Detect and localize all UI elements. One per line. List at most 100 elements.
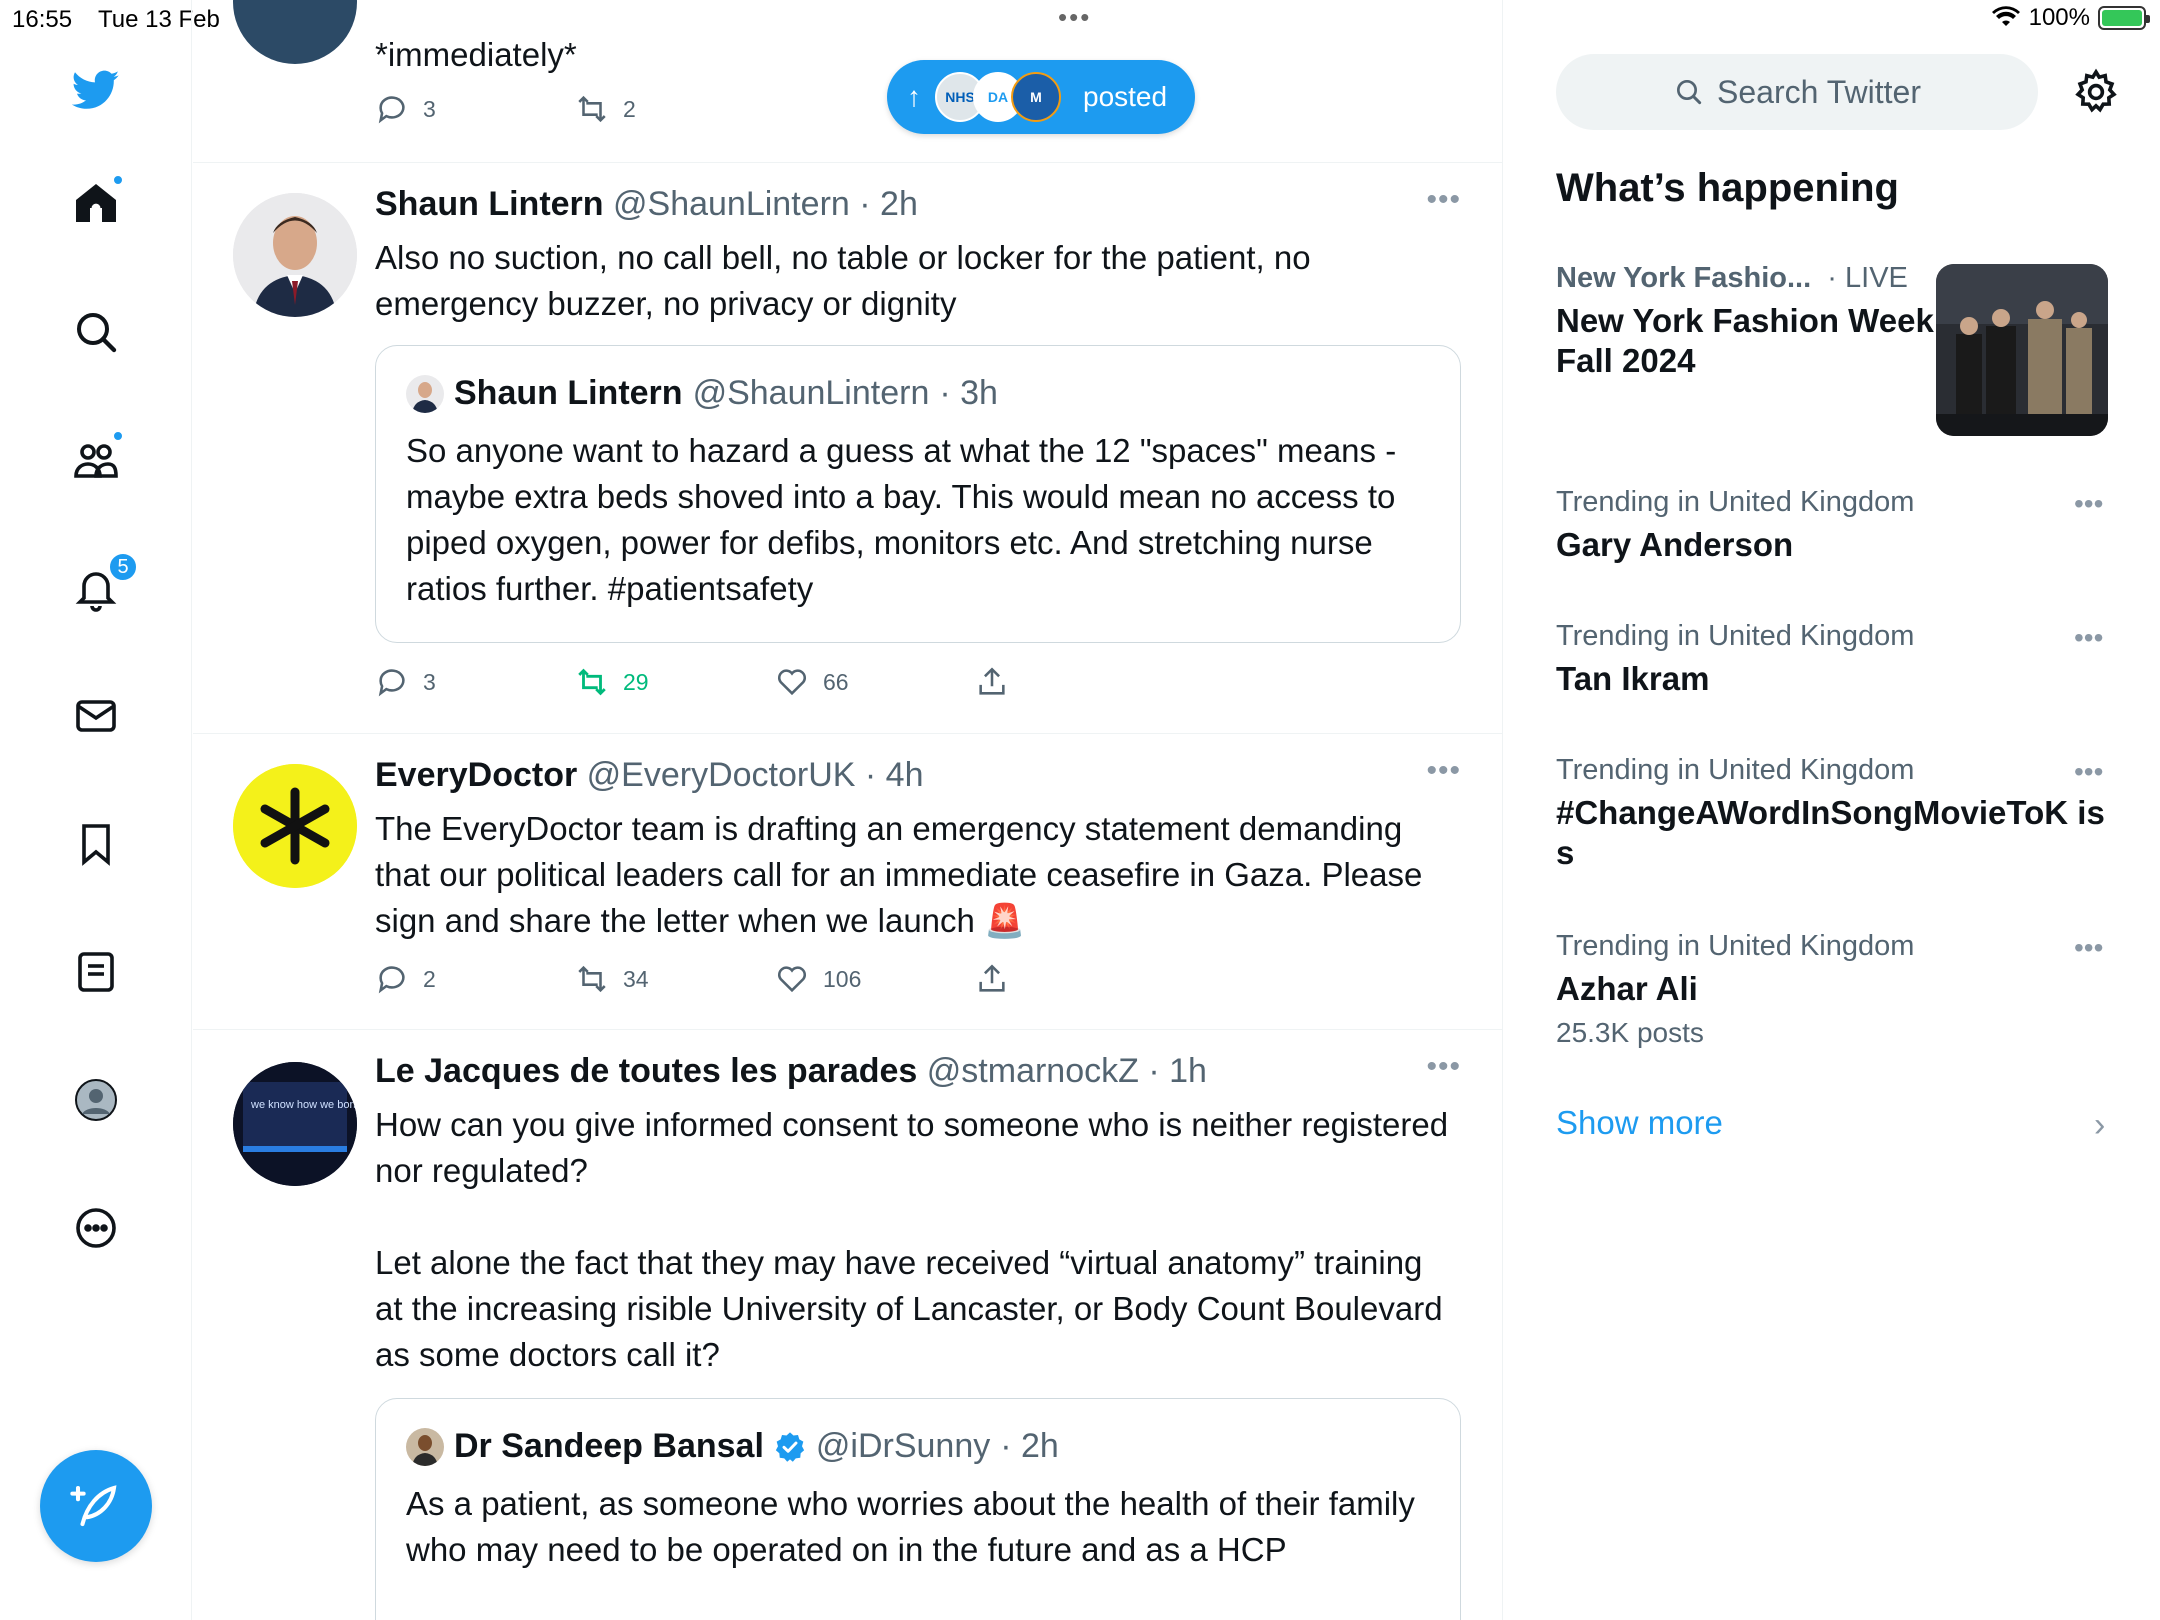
trend-item[interactable]: Trending in United Kingdom Gary Anderson [1556, 486, 2116, 565]
tweet-actions: 2 34 106 [375, 962, 1075, 1002]
trend-title: Gary Anderson [1556, 526, 1794, 563]
author-handle[interactable]: @stmarnockZ [927, 1052, 1139, 1090]
trend-meta: Trending in United Kingdom [1556, 930, 1915, 962]
search-placeholder: Search Twitter [1717, 73, 1921, 110]
tweet-time[interactable]: · 2h [859, 185, 918, 223]
tweet-header: Shaun Lintern @ShaunLintern · 2h [375, 185, 918, 224]
retweet-button[interactable]: 29 [575, 665, 649, 699]
home-icon[interactable] [66, 174, 126, 234]
author-name[interactable]: Le Jacques de toutes les parades [375, 1052, 917, 1090]
heart-icon [777, 669, 807, 696]
search-input[interactable]: Search Twitter [1556, 54, 2038, 130]
more-options-icon[interactable] [66, 1198, 126, 1258]
share-button[interactable] [975, 962, 1009, 996]
communities-icon[interactable] [66, 430, 126, 490]
reply-count: 2 [423, 965, 436, 992]
home-unread-dot [112, 174, 124, 186]
avatar-caption: we know how we bond too [250, 1099, 357, 1111]
trend-meta: Trending in United Kingdom [1556, 754, 1915, 786]
tweet-header: Le Jacques de toutes les parades @stmarn… [375, 1052, 1207, 1091]
messages-envelope-icon[interactable] [66, 686, 126, 746]
tweet-time[interactable]: · 1h [1148, 1052, 1207, 1090]
tweet-header: EveryDoctor @EveryDoctorUK · 4h [375, 756, 924, 795]
retweet-icon [578, 668, 606, 696]
quote-time: · 2h [1000, 1427, 1059, 1465]
compose-feather-icon [70, 1485, 117, 1527]
heart-icon [777, 966, 807, 993]
trend-more-dots-icon[interactable]: ••• [2074, 756, 2103, 788]
like-count: 66 [823, 668, 849, 695]
reply-button[interactable]: 2 [375, 962, 436, 996]
trend-item[interactable]: Trending in United Kingdom Tan Ikram [1556, 620, 2116, 699]
retweet-button[interactable]: 2 [575, 92, 636, 126]
quote-time: · 3h [939, 374, 998, 412]
share-button[interactable] [975, 665, 1009, 699]
notifications-bell-icon[interactable]: 5 [66, 552, 138, 618]
retweet-icon [578, 965, 606, 993]
author-name[interactable]: Shaun Lintern [375, 185, 604, 223]
quote-text: So anyone want to hazard a guess at what… [406, 432, 1397, 607]
more-dots-icon[interactable]: ••• [1426, 754, 1461, 788]
tweet-actions: 3 29 66 [375, 665, 1075, 705]
trend-more-dots-icon[interactable]: ••• [2074, 622, 2103, 654]
reply-icon [378, 669, 405, 697]
featured-category: New York Fashio... [1556, 262, 1812, 294]
author-name[interactable]: EveryDoctor [375, 756, 577, 794]
trend-item[interactable]: Trending in United Kingdom Azhar Ali 25.… [1556, 930, 2116, 1049]
author-handle[interactable]: @ShaunLintern [613, 185, 850, 223]
bookmarks-icon[interactable] [66, 814, 126, 874]
trend-title: Azhar Ali [1556, 970, 1698, 1007]
tweet[interactable]: *immediately* 3 2 [193, 0, 1502, 163]
like-button[interactable]: 106 [775, 962, 861, 996]
new-posts-pill[interactable]: ↑ NHS DA M posted [887, 60, 1195, 134]
share-icon [979, 964, 1005, 992]
twitter-logo-icon[interactable] [66, 60, 126, 120]
explore-search-icon[interactable] [66, 302, 126, 362]
quote-text: As a patient, as someone who worries abo… [406, 1485, 1415, 1568]
tweet[interactable]: we know how we bond too Le Jacques de to… [193, 1030, 1502, 1620]
quote-author-name: Shaun Lintern [454, 374, 683, 412]
timeline[interactable]: *immediately* 3 2 ↑ NHS DA M posted Shau… [193, 0, 1503, 1620]
author-handle[interactable]: @EveryDoctorUK [587, 756, 856, 794]
tweet[interactable]: Shaun Lintern @ShaunLintern · 2h ••• Als… [193, 163, 1502, 734]
like-button[interactable]: 66 [775, 665, 849, 699]
reply-count: 3 [423, 668, 436, 695]
quote-header: Shaun Lintern @ShaunLintern · 3h [406, 374, 998, 413]
featured-trend[interactable]: New York Fashio... · LIVE New York Fashi… [1556, 262, 1936, 381]
avatar[interactable] [233, 764, 357, 888]
pill-avatar: M [1011, 72, 1061, 122]
trend-item[interactable]: Trending in United Kingdom #ChangeAWordI… [1556, 754, 2116, 873]
communities-unread-dot [112, 430, 124, 442]
share-icon [979, 667, 1005, 695]
reply-button[interactable]: 3 [375, 92, 436, 126]
compose-tweet-button[interactable] [40, 1450, 152, 1562]
settings-gear-icon[interactable] [2072, 68, 2120, 116]
avatar[interactable]: we know how we bond too [233, 1062, 357, 1186]
left-nav: 5 [0, 0, 192, 1620]
trend-meta: Trending in United Kingdom [1556, 620, 1915, 652]
featured-trend-image[interactable] [1936, 264, 2108, 436]
profile-avatar-icon[interactable] [66, 1070, 126, 1130]
quoted-tweet[interactable]: Dr Sandeep Bansal @iDrSunny · 2h As a pa… [375, 1398, 1461, 1620]
search-icon [1677, 80, 1702, 105]
more-dots-icon[interactable]: ••• [1426, 183, 1461, 217]
retweet-button[interactable]: 34 [575, 962, 649, 996]
quote-avatar [406, 374, 444, 413]
pill-label: posted [1083, 81, 1168, 112]
quoted-tweet[interactable]: Shaun Lintern @ShaunLintern · 3h So anyo… [375, 345, 1461, 643]
tweet[interactable]: EveryDoctor @EveryDoctorUK · 4h ••• The … [193, 734, 1502, 1030]
arrow-up-icon: ↑ [907, 81, 921, 112]
tweet-time[interactable]: · 4h [865, 756, 924, 794]
featured-title: New York Fashion Week Fall 2024 [1556, 302, 1934, 379]
trend-more-dots-icon[interactable]: ••• [2074, 932, 2103, 964]
show-more-link[interactable]: Show more [1556, 1104, 1723, 1142]
avatar[interactable] [233, 193, 357, 317]
lists-icon[interactable] [66, 942, 126, 1002]
more-dots-icon[interactable]: ••• [1426, 1050, 1461, 1084]
avatar[interactable] [233, 0, 357, 64]
quote-avatar [406, 1427, 444, 1466]
reply-button[interactable]: 3 [375, 665, 436, 699]
trend-more-dots-icon[interactable]: ••• [2074, 488, 2103, 520]
quote-header: Dr Sandeep Bansal @iDrSunny · 2h [406, 1427, 1059, 1466]
notifications-badge: 5 [108, 552, 138, 582]
